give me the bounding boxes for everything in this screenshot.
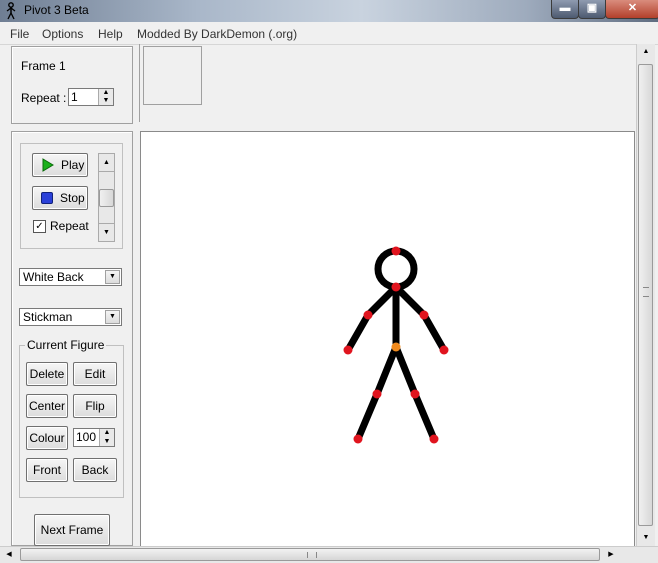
spinner-arrows[interactable]: ▲ ▼: [98, 89, 113, 105]
vertical-scroll-thumb[interactable]: [638, 64, 653, 526]
menu-modded-by[interactable]: Modded By DarkDemon (.org): [137, 27, 297, 41]
menu-bar: File Options Help Modded By DarkDemon (.…: [0, 24, 658, 45]
stop-label: Stop: [60, 191, 85, 205]
stop-button[interactable]: Stop: [32, 186, 88, 210]
figure-left-upper-arm[interactable]: [364, 283, 400, 319]
spin-up-icon[interactable]: ▲: [99, 89, 113, 97]
front-button[interactable]: Front: [26, 458, 68, 482]
speed-down-icon[interactable]: ▼: [99, 223, 114, 241]
joint-right-hand[interactable]: [439, 345, 449, 355]
joint-right-foot[interactable]: [429, 434, 439, 444]
stickman-app-icon: [6, 2, 16, 20]
play-button[interactable]: Play: [32, 153, 88, 177]
repeat-count-value: 1: [71, 90, 78, 104]
joint-right-knee[interactable]: [410, 389, 420, 399]
repeat-checkbox[interactable]: ✓: [33, 220, 46, 233]
figure-type-select[interactable]: Stickman ▼: [19, 308, 122, 326]
joint-head-top[interactable]: [391, 246, 401, 256]
joint-left-hand[interactable]: [343, 345, 353, 355]
spin-up-icon[interactable]: ▲: [100, 429, 114, 438]
background-select-value: White Back: [23, 270, 84, 284]
edit-button[interactable]: Edit: [73, 362, 117, 386]
delete-button[interactable]: Delete: [26, 362, 68, 386]
joint-left-foot[interactable]: [353, 434, 363, 444]
joint-left-elbow[interactable]: [363, 310, 373, 320]
joint-right-elbow[interactable]: [419, 310, 429, 320]
speed-slider-thumb[interactable]: [99, 189, 114, 207]
repeat-checkbox-label: Repeat: [50, 219, 89, 233]
repeat-count-spinner[interactable]: 1 ▲ ▼: [68, 88, 114, 106]
chevron-down-icon[interactable]: ▼: [105, 310, 120, 324]
play-icon: [42, 158, 54, 172]
spin-down-icon[interactable]: ▼: [100, 438, 114, 447]
menu-options[interactable]: Options: [42, 27, 83, 41]
colour-value: 100: [76, 430, 97, 444]
figure-right-forearm[interactable]: [420, 311, 448, 354]
window-title: Pivot 3 Beta: [24, 3, 89, 17]
frame-thumbnail[interactable]: [143, 46, 202, 105]
title-bar: Pivot 3 Beta ▬ ▣ ✕: [0, 0, 658, 22]
figure-left-forearm[interactable]: [344, 311, 372, 354]
scroll-down-icon[interactable]: ▼: [637, 530, 655, 546]
play-label: Play: [61, 158, 85, 172]
colour-spinner-arrows[interactable]: ▲ ▼: [99, 429, 114, 446]
joint-neck[interactable]: [391, 282, 401, 292]
horizontal-scroll-thumb[interactable]: [20, 548, 600, 561]
repeat-count-label: Repeat :: [21, 91, 67, 105]
scroll-left-icon[interactable]: ◀: [2, 547, 16, 563]
figure-right-thigh[interactable]: [392, 343, 419, 398]
close-button[interactable]: ✕: [605, 0, 658, 19]
chevron-down-icon[interactable]: ▼: [105, 270, 120, 284]
next-frame-button[interactable]: Next Frame: [34, 514, 110, 546]
figure-left-shin[interactable]: [354, 390, 381, 443]
grip-icon: [307, 552, 317, 558]
minimize-button[interactable]: ▬: [551, 0, 579, 19]
frame-label: Frame 1: [21, 59, 66, 73]
center-button[interactable]: Center: [26, 394, 68, 418]
joint-pivot-hip[interactable]: [391, 342, 401, 352]
stop-icon: [41, 192, 53, 204]
background-select[interactable]: White Back ▼: [19, 268, 122, 286]
stickman-figure[interactable]: [141, 132, 634, 547]
figure-head[interactable]: [374, 247, 418, 291]
back-button[interactable]: Back: [73, 458, 117, 482]
maximize-button[interactable]: ▣: [578, 0, 606, 19]
drawing-canvas[interactable]: [140, 131, 635, 548]
scroll-right-icon[interactable]: ▶: [604, 547, 618, 563]
horizontal-scrollbar[interactable]: ◀ ▶: [0, 546, 658, 563]
current-figure-label: Current Figure: [25, 338, 107, 352]
figure-left-thigh[interactable]: [373, 343, 400, 398]
figure-type-select-value: Stickman: [23, 310, 73, 324]
frame-panel: Frame 1 Repeat : 1 ▲ ▼: [11, 46, 133, 124]
frame-strip-divider: [139, 44, 140, 122]
speed-up-icon[interactable]: ▲: [99, 154, 114, 172]
figure-right-shin[interactable]: [411, 390, 438, 443]
colour-button[interactable]: Colour: [26, 426, 68, 450]
menu-help[interactable]: Help: [98, 27, 123, 41]
grip-icon: [643, 287, 649, 297]
menu-file[interactable]: File: [10, 27, 29, 41]
vertical-scrollbar[interactable]: ▲ ▼: [636, 44, 655, 546]
colour-spinner[interactable]: 100 ▲ ▼: [73, 428, 115, 447]
figure-right-upper-arm[interactable]: [392, 283, 428, 319]
scroll-up-icon[interactable]: ▲: [637, 44, 655, 60]
spin-down-icon[interactable]: ▼: [99, 97, 113, 105]
speed-slider[interactable]: ▲ ▼: [98, 153, 115, 242]
flip-button[interactable]: Flip: [73, 394, 117, 418]
joint-left-knee[interactable]: [372, 389, 382, 399]
